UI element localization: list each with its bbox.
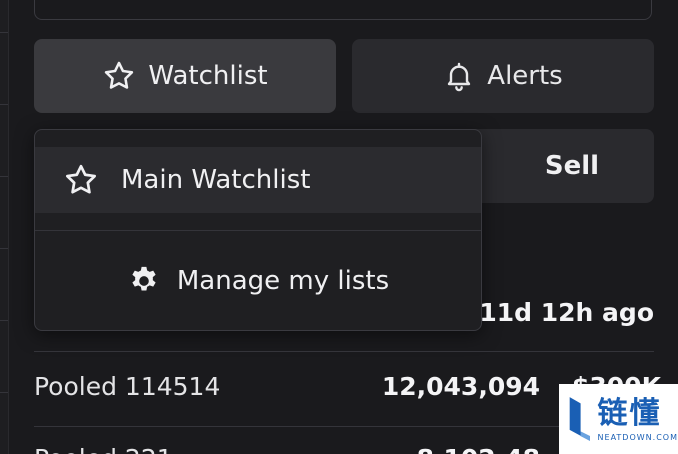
time-ago: 11d 12h ago [479,298,654,327]
top-input-field[interactable] [34,0,652,20]
gutter-divider [0,320,8,321]
watermark-text: 链懂 NEATDOWN.COM [597,395,678,442]
row-name: Pooled 221 [34,444,173,454]
row-amount: 12,043,094 [381,372,540,401]
bell-icon [448,62,471,92]
sell-button[interactable]: Sell [460,129,654,203]
gutter-divider [0,32,8,33]
row-name: Pooled 114514 [34,372,221,401]
watchlist-dropdown: Main Watchlist Manage my lists [34,129,482,331]
gear-icon [132,266,156,291]
watermark-en: NEATDOWN.COM [597,432,678,442]
dropdown-divider [35,230,481,231]
gutter-divider [0,248,8,249]
gutter-divider [0,104,8,105]
manage-lists-button[interactable]: Manage my lists [35,248,481,314]
divider [34,351,654,352]
dropdown-item-label: Main Watchlist [121,165,311,195]
alerts-button[interactable]: Alerts [352,39,654,113]
sell-button-label: Sell [544,151,600,181]
gutter-divider [0,392,8,393]
watchlist-button-label: Watchlist [148,61,268,91]
star-icon [105,61,134,89]
watchlist-button[interactable]: Watchlist [34,39,336,113]
star-icon [66,164,96,194]
dropdown-item-main-watchlist[interactable]: Main Watchlist [35,147,481,213]
watermark-cn: 链懂 [597,395,662,431]
gutter-divider [0,176,8,177]
logo-l-icon [569,397,590,441]
trading-panel: Watchlist Alerts Sell Main Watchlist Man… [0,0,678,454]
alerts-button-label: Alerts [487,61,563,91]
left-gutter [0,0,9,454]
row-amount: 8,102,48 [417,444,540,454]
manage-lists-label: Manage my lists [176,266,390,296]
watermark-logo: 链懂 NEATDOWN.COM [559,384,678,454]
